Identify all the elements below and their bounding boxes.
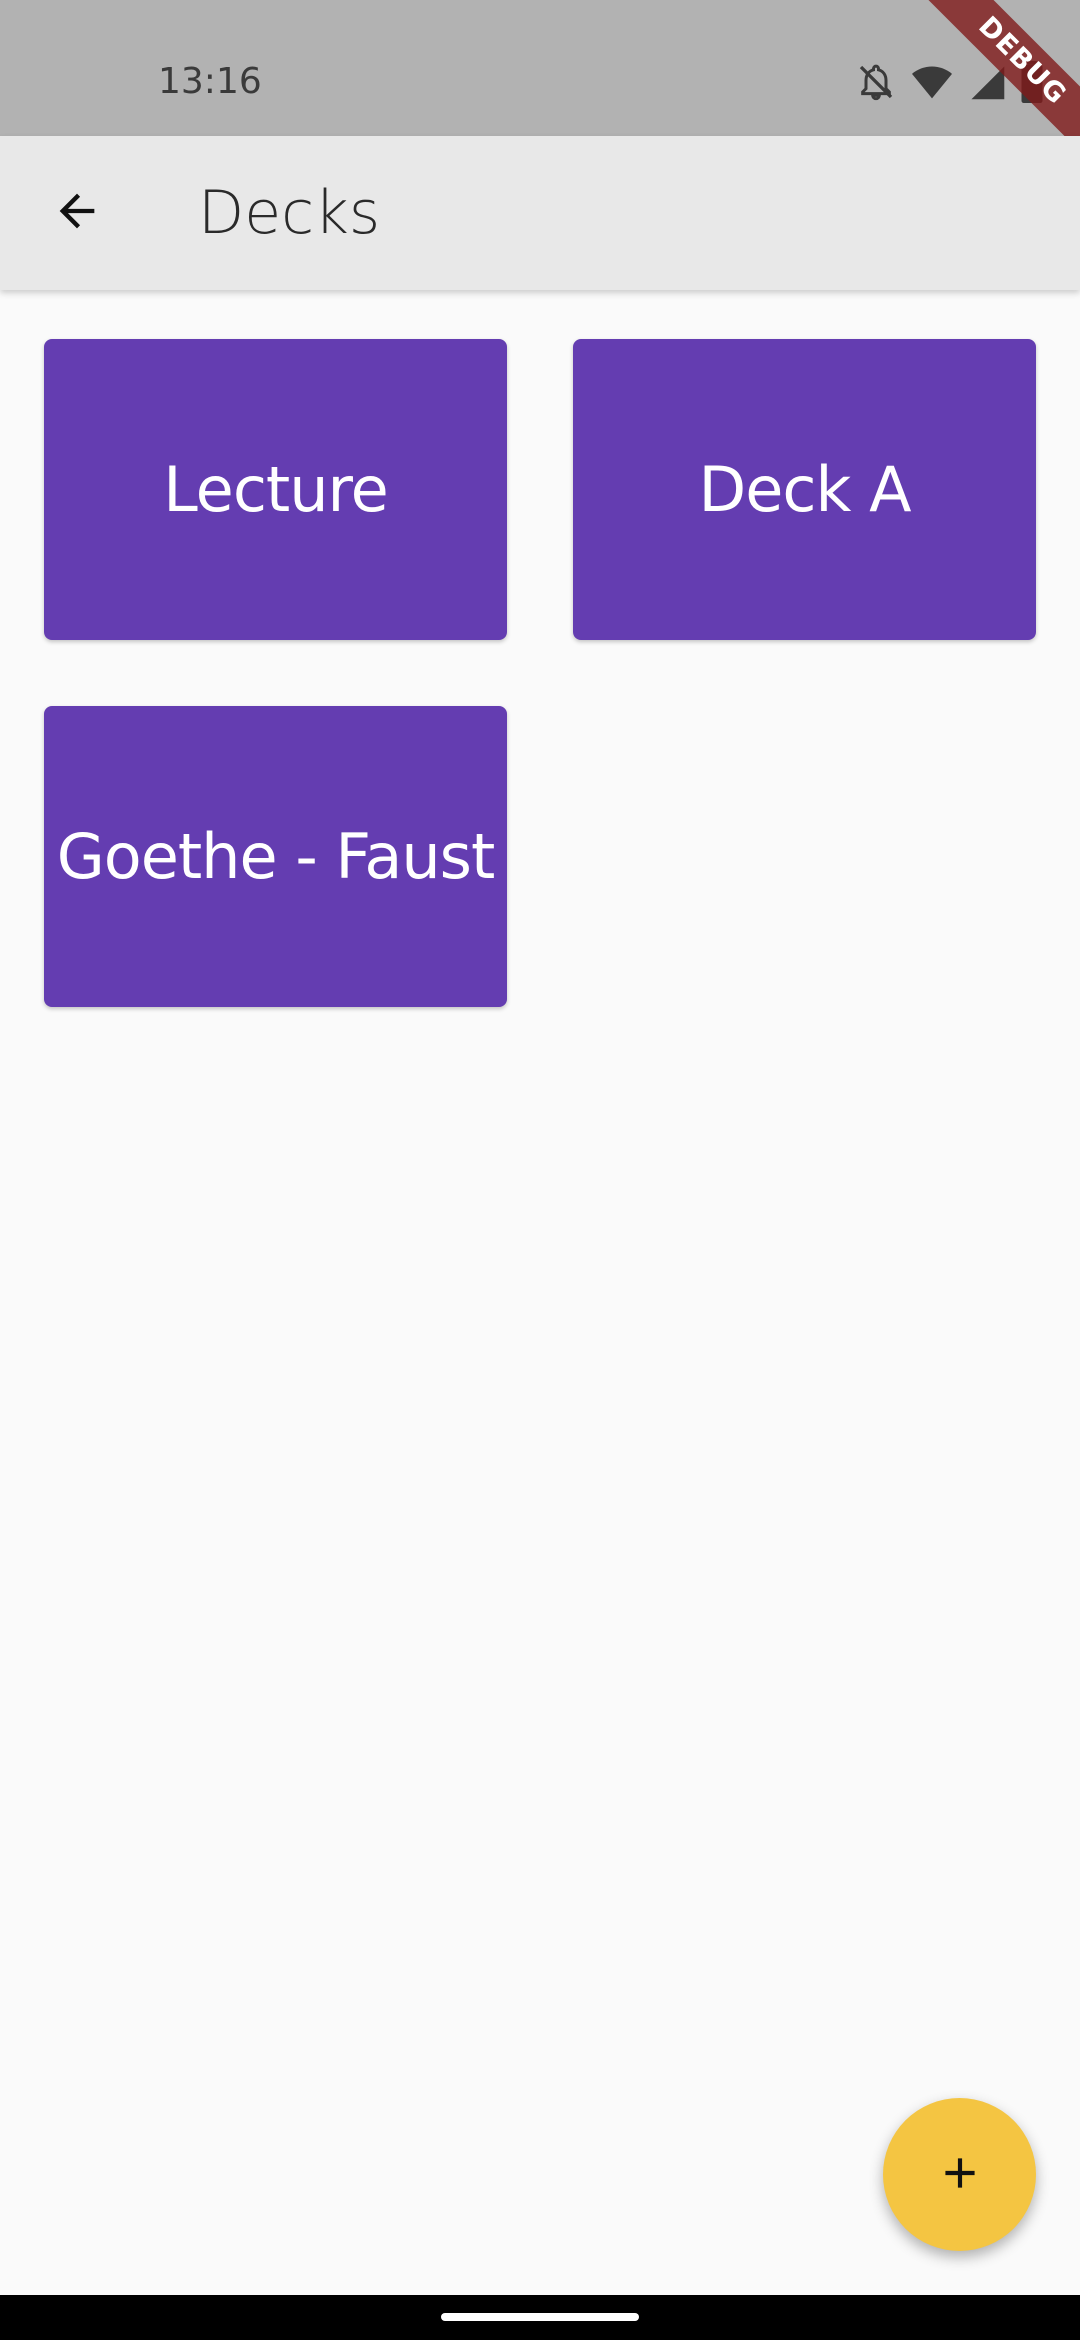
- status-icons: [856, 58, 1044, 106]
- home-indicator[interactable]: [441, 2313, 639, 2321]
- back-button[interactable]: [33, 169, 121, 257]
- page-title: Decks: [198, 178, 381, 248]
- deck-card[interactable]: Lecture: [44, 339, 507, 640]
- deck-card[interactable]: Deck A: [573, 339, 1036, 640]
- plus-icon: [935, 2148, 985, 2202]
- battery-icon: [1020, 61, 1044, 103]
- deck-card-label: Deck A: [698, 453, 912, 526]
- navigation-bar: [0, 2295, 1080, 2340]
- notifications-off-icon: [856, 62, 896, 102]
- add-deck-button[interactable]: [883, 2098, 1036, 2251]
- wifi-icon: [910, 62, 954, 102]
- deck-card-label: Lecture: [163, 453, 389, 526]
- status-time: 13:16: [158, 61, 262, 102]
- deck-card[interactable]: Goethe - Faust: [44, 706, 507, 1007]
- deck-grid: Lecture Deck A Goethe - Faust: [44, 339, 1036, 1007]
- deck-card-label: Goethe - Faust: [56, 820, 496, 893]
- arrow-back-icon: [51, 185, 103, 241]
- signal-icon: [968, 62, 1006, 102]
- status-bar: 13:16: [0, 0, 1080, 136]
- app-bar: Decks: [0, 136, 1080, 290]
